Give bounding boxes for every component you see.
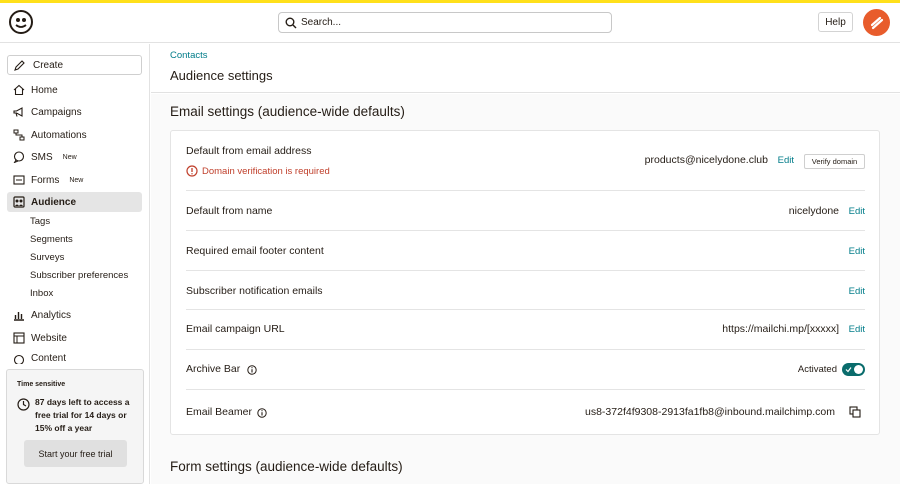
new-badge: New (62, 153, 77, 161)
archive-bar-toggle[interactable] (842, 363, 865, 376)
automation-icon (12, 128, 26, 142)
form-settings-title: Form settings (audience-wide defaults) (170, 459, 403, 474)
search-icon (285, 17, 297, 28)
edit-link[interactable]: Edit (849, 286, 865, 297)
form-icon (12, 173, 26, 187)
sidebar-subitem-inbox[interactable]: Inbox (30, 288, 53, 299)
setting-value: https://mailchi.mp/[xxxxx] (722, 323, 839, 335)
sidebar-item-label: Website (31, 332, 67, 344)
sidebar: Create Home Campaigns Automations SMS Ne… (0, 44, 150, 484)
setting-row-notifications: Subscriber notification emails Edit (186, 271, 865, 310)
create-label: Create (33, 59, 64, 71)
edit-link[interactable]: Edit (849, 324, 865, 335)
setting-label: Default from name (186, 205, 273, 217)
setting-row-campaign-url: Email campaign URL https://mailchi.mp/[x… (186, 310, 865, 350)
setting-label: Default from email address (186, 145, 312, 157)
sidebar-item-label: Automations (31, 129, 87, 141)
setting-row-archive-bar: Archive Bar Activated (186, 350, 865, 390)
sidebar-item-analytics[interactable]: Analytics (7, 305, 142, 325)
verify-domain-button[interactable]: Verify domain (804, 154, 865, 169)
setting-row-email-beamer: Email Beamer us8-372f4f9308-2913fa1fb8@i… (186, 390, 865, 434)
sidebar-item-label: Content (31, 353, 67, 364)
pencil-icon (14, 59, 25, 71)
top-bar: Search... Help (0, 3, 900, 43)
sidebar-item-campaigns[interactable]: Campaigns (7, 102, 142, 122)
setting-label: Archive Bar (186, 363, 241, 375)
sidebar-item-label: Analytics (31, 309, 72, 321)
website-icon (12, 331, 26, 345)
bar-chart-icon (12, 308, 26, 322)
sidebar-item-forms[interactable]: Forms New (7, 170, 142, 190)
edit-link[interactable]: Edit (849, 246, 865, 257)
sidebar-item-sms[interactable]: SMS New (7, 147, 142, 167)
copy-icon[interactable] (849, 406, 861, 418)
trial-message: 87 days left to access a free trial for … (35, 397, 130, 433)
sidebar-subitem-surveys[interactable]: Surveys (30, 252, 64, 263)
sidebar-item-audience[interactable]: Audience (7, 192, 142, 212)
sidebar-item-website[interactable]: Website (7, 328, 142, 348)
setting-value: us8-372f4f9308-2913fa1fb8@inbound.mailch… (585, 406, 835, 418)
trial-card: Time sensitive 87 days left to access a … (6, 369, 144, 484)
setting-value: products@nicelydone.club (644, 154, 768, 166)
setting-label: Email campaign URL (186, 323, 285, 335)
sidebar-item-content[interactable]: Content (7, 350, 142, 364)
setting-row-footer: Required email footer content Edit (186, 231, 865, 271)
info-icon[interactable] (257, 408, 267, 418)
setting-row-from-name: Default from name nicelydone Edit (186, 191, 865, 231)
sidebar-item-automations[interactable]: Automations (7, 125, 142, 145)
toggle-status: Activated (797, 364, 837, 375)
info-icon[interactable] (247, 365, 257, 375)
sidebar-subitem-subscriber-preferences[interactable]: Subscriber preferences (30, 270, 128, 281)
edit-link[interactable]: Edit (778, 155, 794, 166)
sidebar-item-label: Home (31, 84, 58, 96)
content-icon (12, 353, 26, 364)
home-icon (12, 83, 26, 97)
new-badge: New (69, 176, 84, 184)
help-button[interactable]: Help (818, 12, 853, 32)
breadcrumb[interactable]: Contacts (170, 50, 208, 61)
mailchimp-logo-icon[interactable] (8, 9, 34, 35)
avatar[interactable] (863, 9, 890, 36)
sidebar-item-label: Campaigns (31, 106, 82, 118)
chat-icon (12, 150, 26, 164)
page-header: Contacts Audience settings (151, 44, 900, 93)
setting-label: Email Beamer (186, 406, 252, 418)
audience-icon (12, 195, 26, 209)
sidebar-item-label: SMS (31, 151, 53, 163)
setting-label: Subscriber notification emails (186, 285, 323, 297)
sidebar-item-label: Audience (31, 196, 77, 208)
search-placeholder: Search... (301, 17, 342, 28)
warning-text: Domain verification is required (202, 165, 330, 177)
page-title: Audience settings (170, 68, 273, 83)
time-sensitive-tag: Time sensitive (17, 381, 66, 388)
sidebar-subitem-tags[interactable]: Tags (30, 216, 50, 227)
megaphone-icon (12, 105, 26, 119)
domain-warning: Domain verification is required (186, 165, 330, 177)
create-button[interactable]: Create (7, 55, 142, 75)
edit-link[interactable]: Edit (849, 206, 865, 217)
email-settings-title: Email settings (audience-wide defaults) (170, 104, 405, 119)
setting-label: Required email footer content (186, 245, 324, 257)
main-content: Email settings (audience-wide defaults) … (151, 94, 900, 484)
sidebar-item-home[interactable]: Home (7, 80, 142, 100)
setting-value: nicelydone (788, 205, 839, 217)
setting-row-from-email: Default from email address Domain verifi… (186, 131, 865, 191)
warning-icon (186, 165, 198, 177)
start-free-trial-button[interactable]: Start your free trial (24, 440, 127, 467)
sidebar-subitem-segments[interactable]: Segments (30, 234, 73, 245)
check-icon (845, 367, 852, 373)
sidebar-item-label: Forms (31, 174, 60, 186)
search-input[interactable]: Search... (278, 12, 612, 33)
clock-icon (17, 398, 30, 416)
toggle-knob (854, 365, 863, 374)
email-settings-card: Default from email address Domain verifi… (170, 130, 880, 435)
